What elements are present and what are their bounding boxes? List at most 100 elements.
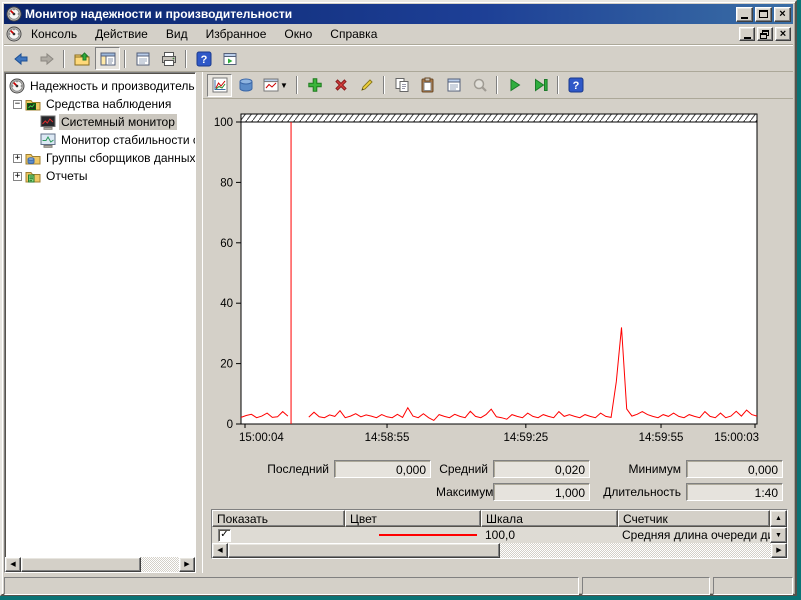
maximize-button[interactable] — [755, 7, 772, 22]
dropdown-caret-icon[interactable]: ▼ — [280, 81, 288, 90]
tree-item-label[interactable]: Системный монитор — [59, 114, 177, 130]
delete-button[interactable] — [328, 74, 353, 97]
delete-icon — [333, 77, 349, 93]
properties-button[interactable] — [441, 74, 466, 97]
step-button[interactable] — [528, 74, 553, 97]
menu-вид[interactable]: Вид — [157, 25, 197, 43]
toolbar-separator — [557, 76, 559, 94]
zoom-icon — [472, 77, 488, 93]
svg-text:15:00:04: 15:00:04 — [239, 432, 284, 444]
tree-scroll-track[interactable] — [141, 557, 179, 572]
tree-item-root[interactable]: Надежность и производительн — [7, 77, 195, 95]
copy-button[interactable] — [389, 74, 414, 97]
menubar: КонсольДействиеВидИзбранноеОкноСправка × — [4, 24, 793, 45]
app-window: Монитор надежности и производительности … — [0, 0, 797, 596]
tree-item-collector-folder[interactable]: + Группы сборщиков данных — [7, 149, 195, 167]
print-button[interactable] — [156, 47, 181, 70]
play-button[interactable] — [502, 74, 527, 97]
scroll-left-icon[interactable]: ◀ — [5, 557, 21, 572]
scroll-right-icon[interactable]: ▶ — [771, 543, 787, 558]
scroll-right-icon[interactable]: ▶ — [179, 557, 195, 572]
help-button[interactable]: ? — [191, 47, 216, 70]
close-button[interactable]: × — [774, 7, 791, 22]
counter-color-sample — [379, 534, 477, 536]
svg-text:14:59:25: 14:59:25 — [503, 432, 548, 444]
add-button[interactable] — [302, 74, 327, 97]
gauge-icon — [9, 78, 25, 94]
svg-text:60: 60 — [220, 238, 233, 250]
expand-icon[interactable]: + — [13, 154, 22, 163]
scroll-left-icon[interactable]: ◀ — [212, 543, 228, 558]
main-area: Надежность и производительн− Средства наб… — [4, 72, 793, 573]
menu-консоль[interactable]: Консоль — [22, 25, 86, 43]
desktop: Монитор надежности и производительности … — [0, 0, 801, 600]
minimum-value: 0,000 — [686, 460, 783, 478]
tree-item-tools-folder[interactable]: − Средства наблюдения — [7, 95, 195, 113]
column-header-0[interactable]: Показать — [212, 510, 345, 527]
graph-type-button[interactable]: ▼ — [259, 74, 292, 97]
expand-icon[interactable]: + — [13, 172, 22, 181]
minimize-button[interactable] — [736, 7, 753, 22]
help-button[interactable]: ? — [563, 74, 588, 97]
log-data-button[interactable] — [233, 74, 258, 97]
back-icon — [13, 51, 29, 67]
svg-text:100: 100 — [214, 117, 233, 129]
tree-item-label[interactable]: Средства наблюдения — [44, 96, 173, 112]
reports-folder-icon — [25, 168, 41, 184]
system-monitor-icon — [40, 115, 56, 130]
menu-избранное[interactable]: Избранное — [197, 25, 276, 43]
menu-окно[interactable]: Окно — [275, 25, 321, 43]
tree-item-label[interactable]: Отчеты — [44, 168, 89, 184]
up-one-level-button[interactable] — [69, 47, 94, 70]
status-panel — [713, 577, 793, 595]
mdi-close-button[interactable]: × — [775, 27, 791, 41]
mdi-minimize-button[interactable] — [739, 27, 755, 41]
tree-item-stability-monitor[interactable]: Монитор стабильности с — [7, 131, 195, 149]
average-value: 0,020 — [493, 460, 590, 478]
chart-view-button[interactable] — [207, 74, 232, 97]
toolbar-separator — [185, 50, 187, 68]
column-header-1[interactable]: Цвет — [345, 510, 481, 527]
mdi-window-controls: × — [739, 27, 791, 41]
new-window-button[interactable] — [217, 47, 242, 70]
collapse-icon[interactable]: − — [13, 100, 22, 109]
tree-horizontal-scrollbar[interactable]: ◀ ▶ — [5, 557, 195, 572]
tree-item-label[interactable]: Монитор стабильности с — [59, 132, 196, 148]
scroll-up-icon[interactable]: ▲ — [770, 510, 787, 527]
counter-list-rows: ✓100,0Средняя длина очереди дис▼ — [212, 527, 787, 543]
console-tree-button[interactable] — [95, 47, 120, 70]
menu-справка[interactable]: Справка — [321, 25, 386, 43]
counter-scroll-thumb[interactable] — [228, 543, 500, 558]
show-checkbox[interactable]: ✓ — [218, 529, 231, 542]
paste-button[interactable] — [415, 74, 440, 97]
counter-statistics: Последний 0,000 Средний 0,020 Минимум 0,… — [259, 460, 783, 501]
forward-button[interactable] — [34, 47, 59, 70]
menu-items: КонсольДействиеВидИзбранноеОкноСправка — [22, 25, 386, 43]
counter-list-horizontal-scrollbar[interactable]: ◀ ▶ — [212, 543, 787, 558]
collector-folder-icon — [25, 150, 41, 166]
tree-item-label[interactable]: Группы сборщиков данных — [44, 150, 196, 166]
menu-действие[interactable]: Действие — [86, 25, 157, 43]
mdi-restore-button[interactable] — [757, 27, 773, 41]
toolbar-separator — [496, 76, 498, 94]
help-icon: ? — [196, 51, 212, 67]
zoom-button[interactable] — [467, 74, 492, 97]
status-panel — [4, 577, 579, 595]
highlight-button[interactable] — [354, 74, 379, 97]
status-panel — [582, 577, 710, 595]
counter-scroll-track[interactable] — [500, 543, 771, 558]
properties-button[interactable] — [130, 47, 155, 70]
print-icon — [161, 51, 177, 67]
tree-item-reports-folder[interactable]: + Отчеты — [7, 167, 195, 185]
column-header-2[interactable]: Шкала — [481, 510, 618, 527]
up-one-level-icon — [74, 51, 90, 67]
back-button[interactable] — [8, 47, 33, 70]
tree-scroll-thumb[interactable] — [21, 557, 141, 572]
tree-item-label[interactable]: Надежность и производительн — [28, 78, 196, 94]
counter-row[interactable]: ✓100,0Средняя длина очереди дис▼ — [212, 527, 787, 543]
counter-list: ПоказатьЦветШкалаСчетчик▲ ✓100,0Средняя … — [211, 509, 788, 559]
column-header-3[interactable]: Счетчик — [618, 510, 770, 527]
mdi-restore-icon — [760, 30, 770, 39]
tree-item-system-monitor[interactable]: Системный монитор — [7, 113, 195, 131]
scroll-down-icon[interactable]: ▼ — [770, 527, 787, 543]
